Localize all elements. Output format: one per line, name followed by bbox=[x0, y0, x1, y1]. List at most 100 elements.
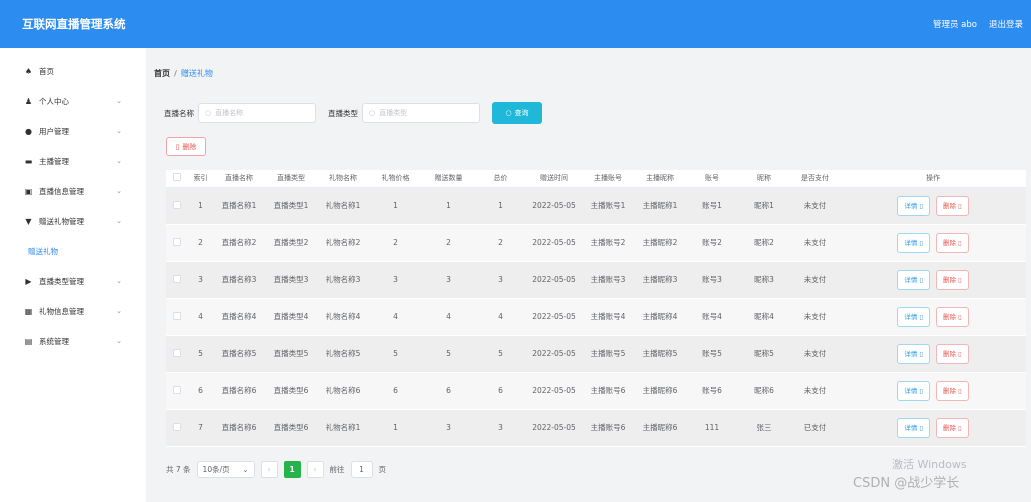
cell-total: 2 bbox=[475, 224, 526, 262]
delete-button[interactable]: 删除 ▯ bbox=[936, 269, 969, 290]
delete-label: 删除 bbox=[943, 312, 956, 321]
cell-gift: 礼物名称1 bbox=[317, 187, 369, 225]
detail-button[interactable]: 详情 ▯ bbox=[897, 269, 930, 290]
row-actions: 详情 ▯ 删除 ▯ bbox=[840, 187, 1026, 225]
row-checkbox[interactable] bbox=[173, 348, 181, 357]
cell-paid: 未支付 bbox=[790, 261, 840, 299]
sidebar-item[interactable]: ▼ 赠送礼物管理 ⌄ bbox=[0, 206, 140, 236]
detail-button[interactable]: 详情 ▯ bbox=[897, 343, 930, 364]
detail-button[interactable]: 详情 ▯ bbox=[897, 195, 930, 216]
cell-type: 直播类型2 bbox=[265, 224, 317, 262]
cell-user: 账号4 bbox=[686, 298, 738, 336]
cell-idx: 7 bbox=[188, 409, 213, 447]
logout-link[interactable]: 退出登录 bbox=[989, 18, 1023, 30]
batch-delete-button[interactable]: ▯ 删除 bbox=[166, 137, 206, 156]
table-row: 2 直播名称2 直播类型2 礼物名称2 2 2 2 2022-05-05 主播账号2 主播昵称2 账… bbox=[166, 224, 1026, 262]
delete-label: 删除 bbox=[943, 386, 956, 395]
row-checkbox[interactable] bbox=[173, 237, 181, 246]
page-size-value: 10条/页 bbox=[202, 465, 230, 474]
detail-button[interactable]: 详情 ▯ bbox=[897, 380, 930, 401]
column-header: 直播名称 bbox=[213, 170, 265, 188]
row-actions: 详情 ▯ 删除 ▯ bbox=[840, 224, 1026, 262]
sidebar-item-label: 赠送礼物 bbox=[28, 246, 58, 256]
row-select-cell[interactable] bbox=[166, 409, 188, 447]
chevron-down-icon: ⌄ bbox=[116, 157, 122, 165]
column-header: 总价 bbox=[475, 170, 526, 188]
row-select-cell[interactable] bbox=[166, 335, 188, 373]
live-type-input[interactable]: ○ 直播类型 bbox=[362, 103, 480, 123]
column-header: 礼物名称 bbox=[317, 170, 369, 188]
detail-button[interactable]: 详情 ▯ bbox=[897, 306, 930, 327]
sidebar-item[interactable]: ▤ 系统管理 ⌄ bbox=[0, 326, 140, 356]
detail-button[interactable]: 详情 ▯ bbox=[897, 232, 930, 253]
live-info-icon: ▣ bbox=[24, 186, 33, 196]
row-checkbox[interactable] bbox=[173, 422, 181, 431]
row-select-cell[interactable] bbox=[166, 224, 188, 262]
cell-total: 4 bbox=[475, 298, 526, 336]
table-row: 1 直播名称1 直播类型1 礼物名称1 1 1 1 2022-05-05 主播账号1 主播昵称1 账… bbox=[166, 187, 1026, 225]
table-row: 6 直播名称6 直播类型6 礼物名称6 6 6 6 2022-05-05 主播账号6 主播昵称6 账… bbox=[166, 372, 1026, 410]
goto-page-input[interactable]: 1 bbox=[350, 461, 373, 478]
row-checkbox[interactable] bbox=[173, 385, 181, 394]
search-icon: ○ bbox=[505, 109, 512, 117]
row-select-cell[interactable] bbox=[166, 298, 188, 336]
page-number-current[interactable]: 1 bbox=[283, 461, 301, 478]
table-row: 5 直播名称5 直播类型5 礼物名称5 5 5 5 2022-05-05 主播账号5 主播昵称5 账… bbox=[166, 335, 1026, 373]
cell-price: 1 bbox=[369, 409, 422, 447]
document-icon: ▯ bbox=[919, 238, 923, 247]
app-title: 互联网直播管理系统 bbox=[22, 17, 126, 31]
prev-page-button[interactable]: ‹ bbox=[260, 461, 278, 478]
delete-label: 删除 bbox=[943, 423, 956, 432]
delete-button[interactable]: 删除 ▯ bbox=[936, 343, 969, 364]
cell-qty: 3 bbox=[422, 261, 475, 299]
cell-total: 3 bbox=[475, 261, 526, 299]
delete-button[interactable]: 删除 ▯ bbox=[936, 306, 969, 327]
row-checkbox[interactable] bbox=[173, 200, 181, 209]
cell-paid: 未支付 bbox=[790, 187, 840, 225]
chevron-down-icon: ⌄ bbox=[116, 187, 122, 195]
cell-total: 5 bbox=[475, 335, 526, 373]
row-select-cell[interactable] bbox=[166, 372, 188, 410]
sidebar-item[interactable]: ♟ 个人中心 ⌄ bbox=[0, 86, 140, 116]
trash-icon: ▯ bbox=[175, 142, 180, 151]
detail-label: 详情 bbox=[904, 275, 918, 284]
windows-activation-watermark: 激活 Windows bbox=[892, 458, 967, 471]
cell-gift: 礼物名称2 bbox=[317, 224, 369, 262]
delete-button[interactable]: 删除 ▯ bbox=[936, 417, 969, 438]
cell-nick: 主播昵称6 bbox=[634, 372, 686, 410]
sidebar-item[interactable]: 赠送礼物 bbox=[0, 236, 140, 266]
broadcaster-icon: ▬ bbox=[24, 156, 33, 166]
sidebar-item[interactable]: ▬ 主播管理 ⌄ bbox=[0, 146, 140, 176]
row-checkbox[interactable] bbox=[173, 311, 181, 320]
cell-account: 主播账号4 bbox=[582, 298, 634, 336]
row-checkbox[interactable] bbox=[173, 274, 181, 283]
admin-username[interactable]: 管理员 abo bbox=[933, 18, 977, 30]
cell-nick: 主播昵称6 bbox=[634, 409, 686, 447]
sidebar-item[interactable]: ● 用户管理 ⌄ bbox=[0, 116, 140, 146]
cell-gift: 礼物名称1 bbox=[317, 409, 369, 447]
cell-account: 主播账号5 bbox=[582, 335, 634, 373]
live-name-input[interactable]: ○ 直播名称 bbox=[198, 103, 316, 123]
column-header: 直播类型 bbox=[265, 170, 317, 188]
sidebar-item[interactable]: ▶ 直播类型管理 ⌄ bbox=[0, 266, 140, 296]
row-actions: 详情 ▯ 删除 ▯ bbox=[840, 409, 1026, 447]
sidebar-item[interactable]: ▣ 直播信息管理 ⌄ bbox=[0, 176, 140, 206]
delete-button[interactable]: 删除 ▯ bbox=[936, 380, 969, 401]
document-icon: ▯ bbox=[919, 386, 923, 395]
select-all-checkbox[interactable] bbox=[173, 173, 181, 182]
query-button[interactable]: ○ 查询 bbox=[492, 102, 542, 124]
delete-button[interactable]: 删除 ▯ bbox=[936, 195, 969, 216]
delete-button[interactable]: 删除 ▯ bbox=[936, 232, 969, 253]
row-select-cell[interactable] bbox=[166, 187, 188, 225]
detail-button[interactable]: 详情 ▯ bbox=[897, 417, 930, 438]
page-size-select[interactable]: 10条/页 ⌄ bbox=[196, 461, 255, 478]
breadcrumb-home[interactable]: 首页 bbox=[154, 69, 170, 78]
cell-user: 账号2 bbox=[686, 224, 738, 262]
row-select-cell[interactable] bbox=[166, 261, 188, 299]
next-page-button[interactable]: › bbox=[306, 461, 324, 478]
cell-time: 2022-05-05 bbox=[526, 187, 582, 225]
sidebar-item[interactable]: ▦ 礼物信息管理 ⌄ bbox=[0, 296, 140, 326]
sidebar-item[interactable]: ♠ 首页 bbox=[0, 56, 140, 86]
select-all-header[interactable] bbox=[166, 170, 188, 188]
cell-qty: 5 bbox=[422, 335, 475, 373]
